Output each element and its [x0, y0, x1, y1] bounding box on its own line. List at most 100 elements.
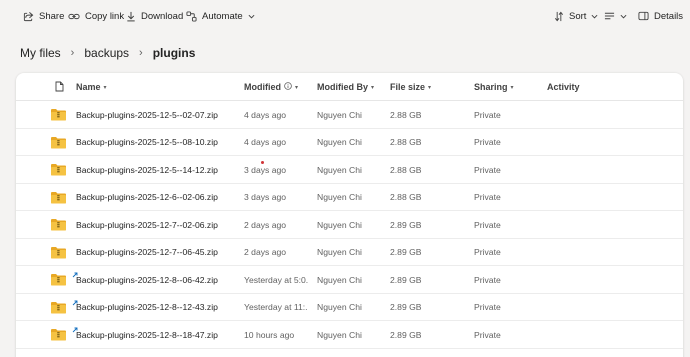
table-row[interactable]: Backup-plugins-2025-12-8--18-47.zip 10 h… [16, 321, 683, 349]
zip-folder-icon [50, 101, 70, 128]
file-sharing: Private [474, 302, 501, 312]
name-column-header[interactable]: Name ▾ [76, 73, 107, 101]
file-size: 2.89 GB [390, 274, 422, 285]
file-activity [547, 129, 627, 156]
file-list-header: Name ▾ Modified ▾ Modified By ▾ File siz… [16, 73, 683, 101]
table-row[interactable]: Backup-plugins-2025-12-5--14-12.zip 3 da… [16, 156, 683, 184]
file-modified-by: Nguyen Chi [317, 302, 362, 312]
file-modified: 4 days ago [244, 109, 287, 120]
view-options-button[interactable] [604, 0, 627, 32]
file-activity [547, 294, 627, 321]
table-row[interactable]: Backup-plugins-2025-12-6--02-06.zip 3 da… [16, 184, 683, 211]
link-icon [68, 11, 80, 22]
download-button[interactable]: Download [126, 0, 183, 32]
chevron-down-icon: ▾ [103, 84, 107, 91]
table-row[interactable]: Backup-plugins-2025-12-7--06-45.zip 2 da… [16, 239, 683, 266]
info-panel-icon [638, 11, 649, 21]
info-icon [284, 82, 292, 92]
file-modified-by: Nguyen Chi [317, 274, 362, 285]
file-size: 2.88 GB [390, 192, 422, 202]
file-size: 2.88 GB [390, 109, 422, 120]
file-modified: 2 days ago [244, 247, 287, 257]
file-name[interactable]: Backup-plugins-2025-12-7--06-45.zip [76, 239, 238, 266]
automate-icon [186, 10, 197, 22]
file-size: 2.89 GB [390, 302, 422, 312]
automate-button[interactable]: Automate [186, 0, 255, 32]
file-modified: 3 days ago [244, 192, 287, 202]
file-modified-by: Nguyen Chi [317, 109, 362, 120]
sort-icon [554, 11, 564, 22]
sharing-column-header[interactable]: Sharing ▾ [474, 73, 514, 101]
table-row[interactable]: Backup-plugins-2025-12-7--02-06.zip 2 da… [16, 211, 683, 239]
file-size-column-header[interactable]: File size ▾ [390, 73, 431, 101]
table-row[interactable]: Backup-plugins-2025-12-5--02-07.zip 4 da… [16, 101, 683, 129]
automate-label: Automate [202, 10, 243, 22]
chevron-down-icon: ▾ [371, 84, 375, 91]
file-name[interactable]: Backup-plugins-2025-12-8--06-42.zip [76, 266, 238, 293]
file-name[interactable]: Backup-plugins-2025-12-7--02-06.zip [76, 211, 238, 238]
zip-folder-icon [50, 156, 70, 183]
file-name[interactable]: Backup-plugins-2025-12-5--14-12.zip [76, 156, 238, 183]
file-modified: 4 days ago [244, 137, 287, 147]
command-bar: Share Copy link Download Automate Sort D… [0, 0, 690, 32]
breadcrumb-root[interactable]: My files [20, 46, 61, 60]
chevron-right-icon: › [70, 47, 75, 59]
file-sharing: Private [474, 109, 501, 120]
chevron-down-icon: ▾ [428, 84, 432, 91]
share-button[interactable]: Share [23, 0, 64, 32]
modified-by-column-label: Modified By [317, 82, 368, 92]
breadcrumb-current: plugins [152, 46, 196, 60]
file-modified: Yesterday at 11:... [244, 302, 308, 312]
table-row[interactable]: Backup-plugins-2025-12-8--12-43.zip Yest… [16, 294, 683, 321]
file-sharing: Private [474, 192, 501, 202]
file-activity [547, 184, 627, 211]
file-activity [547, 101, 627, 128]
chevron-down-icon [248, 14, 255, 19]
file-modified-by: Nguyen Chi [317, 219, 362, 230]
zip-folder-icon [50, 294, 70, 321]
details-label: Details [654, 10, 684, 22]
modified-column-header[interactable]: Modified ▾ [244, 73, 298, 101]
file-sharing: Private [474, 274, 501, 285]
chevron-down-icon [591, 14, 598, 19]
share-icon [23, 11, 34, 22]
file-name[interactable]: Backup-plugins-2025-12-8--18-47.zip [76, 321, 238, 348]
chevron-down-icon: ▾ [510, 84, 514, 91]
file-modified-by: Nguyen Chi [317, 329, 362, 340]
file-modified-by: Nguyen Chi [317, 164, 362, 175]
file-rows: Backup-plugins-2025-12-5--02-07.zip 4 da… [16, 101, 683, 349]
file-sharing: Private [474, 247, 501, 257]
file-name[interactable]: Backup-plugins-2025-12-8--12-43.zip [76, 294, 238, 321]
copy-link-button[interactable]: Copy link [68, 0, 124, 32]
file-modified: 3 days ago [244, 164, 287, 175]
zip-folder-icon [50, 211, 70, 238]
file-activity [547, 239, 627, 266]
breadcrumb-parent[interactable]: backups [84, 46, 129, 60]
chevron-down-icon: ▾ [295, 84, 299, 91]
details-button[interactable]: Details [638, 0, 683, 32]
document-icon [55, 81, 64, 94]
zip-folder-icon [50, 184, 70, 211]
file-sharing: Private [474, 219, 501, 230]
file-size: 2.89 GB [390, 329, 422, 340]
file-sharing: Private [474, 329, 501, 340]
copy-link-label: Copy link [85, 10, 125, 22]
file-name[interactable]: Backup-plugins-2025-12-6--02-06.zip [76, 184, 238, 211]
list-view-icon [604, 11, 615, 21]
modified-by-column-header[interactable]: Modified By ▾ [317, 73, 374, 101]
file-type-column-header[interactable] [55, 73, 64, 101]
sort-button[interactable]: Sort [554, 0, 598, 32]
zip-folder-icon [50, 321, 70, 348]
table-row[interactable]: Backup-plugins-2025-12-8--06-42.zip Yest… [16, 266, 683, 294]
modified-column-label: Modified [244, 82, 281, 92]
file-name[interactable]: Backup-plugins-2025-12-5--02-07.zip [76, 101, 238, 128]
activity-column-header[interactable]: Activity [547, 73, 580, 101]
name-column-label: Name [76, 82, 101, 92]
breadcrumb: My files › backups › plugins [20, 44, 195, 62]
table-row[interactable]: Backup-plugins-2025-12-5--08-10.zip 4 da… [16, 129, 683, 156]
file-list: Name ▾ Modified ▾ Modified By ▾ File siz… [16, 73, 683, 357]
file-modified: 10 hours ago [244, 329, 295, 340]
file-size-column-label: File size [390, 82, 426, 92]
file-name[interactable]: Backup-plugins-2025-12-5--08-10.zip [76, 129, 238, 156]
file-modified: Yesterday at 5:0... [244, 274, 308, 285]
